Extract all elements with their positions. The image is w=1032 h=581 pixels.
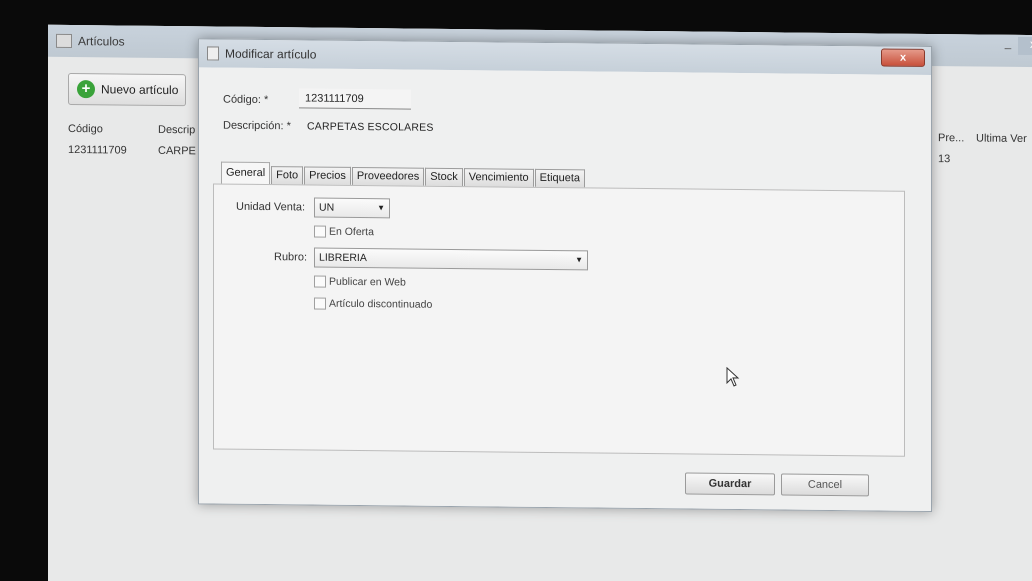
code-input[interactable]: 1231111709	[299, 88, 411, 110]
publish-web-row: Publicar en Web	[314, 275, 406, 289]
unit-label: Unidad Venta:	[236, 200, 306, 214]
articulos-title: Artículos	[78, 34, 125, 49]
mouse-cursor-icon	[726, 366, 740, 387]
column-header-code[interactable]: Código	[62, 123, 158, 136]
save-button[interactable]: Guardar	[685, 472, 775, 496]
category-select[interactable]: LIBRERIA ▼	[314, 247, 588, 271]
edit-article-dialog: Modificar artículo x Código: * 123111170…	[198, 38, 932, 513]
publish-web-label: Publicar en Web	[329, 275, 406, 289]
tab-etiqueta[interactable]: Etiqueta	[534, 168, 586, 188]
dialog-title: Modificar artículo	[225, 46, 317, 62]
new-article-button[interactable]: + Nuevo artículo	[68, 72, 186, 107]
cell-pre: 13	[938, 153, 951, 166]
offer-row: En Oferta	[314, 225, 374, 239]
dialog-icon	[207, 46, 219, 61]
tab-proveedores[interactable]: Proveedores	[351, 166, 425, 186]
discontinued-checkbox[interactable]	[314, 297, 326, 310]
chevron-down-icon: ▼	[377, 203, 385, 213]
close-icon[interactable]: x	[1018, 36, 1032, 56]
description-input[interactable]: CARPETAS ESCOLARES	[307, 120, 434, 133]
tab-precios[interactable]: Precios	[304, 166, 351, 185]
tab-vencimiento[interactable]: Vencimiento	[463, 168, 534, 187]
plus-icon: +	[77, 80, 95, 99]
tab-foto[interactable]: Foto	[271, 166, 304, 185]
screen: Artículos – x + Nuevo artículo Código De…	[48, 24, 1032, 581]
offer-label: En Oferta	[329, 225, 374, 239]
discontinued-label: Artículo discontinuado	[329, 297, 433, 311]
chevron-down-icon: ▼	[575, 255, 583, 265]
category-label: Rubro:	[274, 251, 308, 264]
cell-code: 1231111709	[68, 143, 127, 157]
dialog-close-button[interactable]: x	[881, 48, 925, 67]
column-header-last[interactable]: Ultima Ver	[976, 132, 1027, 145]
discontinued-row: Artículo discontinuado	[314, 297, 433, 311]
general-panel: Unidad Venta: UN ▼ En Oferta Rubro: LIBR…	[213, 183, 905, 457]
category-value: LIBRERIA	[319, 251, 367, 265]
publish-web-checkbox[interactable]	[314, 275, 326, 288]
new-article-label: Nuevo artículo	[101, 82, 179, 98]
window-icon	[56, 33, 72, 49]
offer-checkbox[interactable]	[314, 225, 326, 238]
description-label: Descripción: *	[223, 119, 291, 133]
column-header-pre[interactable]: Pre...	[938, 132, 964, 144]
unit-select[interactable]: UN ▼	[314, 197, 390, 219]
minimize-icon[interactable]: –	[998, 41, 1018, 55]
dialog-body: Código: * 1231111709 Descripción: * CARP…	[199, 67, 931, 512]
tab-stock[interactable]: Stock	[425, 167, 463, 187]
tab-general[interactable]: General	[221, 161, 271, 185]
unit-value: UN	[319, 201, 335, 214]
code-label: Código: *	[223, 93, 269, 107]
cancel-button[interactable]: Cancel	[781, 473, 869, 497]
